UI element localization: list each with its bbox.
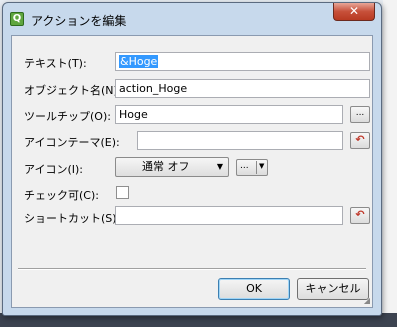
reset-arrow-icon: ↶ — [355, 208, 365, 221]
chevron-down-icon: ▼ — [259, 162, 265, 170]
icon-browse-split-button[interactable]: ... ▼ — [236, 159, 268, 176]
dialog-title: アクションを編集 — [31, 14, 127, 28]
object-name-label: オブジェクト名(N): — [24, 84, 122, 97]
icon-mode-value: 通常 オフ — [142, 160, 190, 173]
split-divider — [256, 161, 257, 174]
object-name-input[interactable]: action_Hoge — [115, 79, 370, 98]
edit-action-dialog: Q アクションを編集 ✕ テキスト(T): &Hoge オブジェクト名(N): … — [2, 2, 382, 316]
reset-arrow-icon: ↶ — [355, 133, 365, 146]
qt-designer-app-icon: Q — [10, 12, 24, 26]
shortcut-input[interactable] — [115, 206, 343, 225]
icon-theme-reset-button[interactable]: ↶ — [350, 132, 370, 149]
tooltip-input[interactable]: Hoge — [115, 105, 343, 124]
icon-theme-label: アイコンテーマ(E): — [24, 136, 120, 149]
background-window-edge — [383, 0, 397, 327]
checkable-checkbox[interactable] — [116, 186, 129, 199]
dialog-body: テキスト(T): &Hoge オブジェクト名(N): action_Hoge ツ… — [11, 35, 373, 308]
text-label: テキスト(T): — [24, 57, 87, 70]
tooltip-label: ツールチップ(O): — [24, 110, 111, 123]
shortcut-reset-button[interactable]: ↶ — [350, 207, 370, 224]
icon-label: アイコン(I): — [24, 163, 83, 176]
button-separator — [18, 268, 366, 270]
title-bar[interactable]: Q アクションを編集 ✕ — [3, 3, 381, 35]
icon-mode-dropdown[interactable]: 通常 オフ ▼ — [115, 157, 229, 177]
text-input[interactable]: &Hoge — [115, 52, 370, 71]
checkable-label: チェック可(C): — [24, 189, 99, 202]
text-input-value: &Hoge — [119, 55, 159, 68]
tooltip-browse-button[interactable]: ... — [350, 106, 370, 123]
shortcut-label: ショートカット(S): — [24, 212, 121, 225]
chevron-down-icon: ▼ — [216, 162, 223, 171]
close-button[interactable]: ✕ — [333, 3, 375, 21]
icon-browse-label: ... — [240, 161, 249, 171]
resize-grip-icon[interactable]: ◢ — [364, 296, 370, 305]
icon-theme-input[interactable] — [137, 131, 343, 150]
cancel-button[interactable]: キャンセル — [297, 278, 369, 300]
ok-button[interactable]: OK — [218, 278, 290, 300]
